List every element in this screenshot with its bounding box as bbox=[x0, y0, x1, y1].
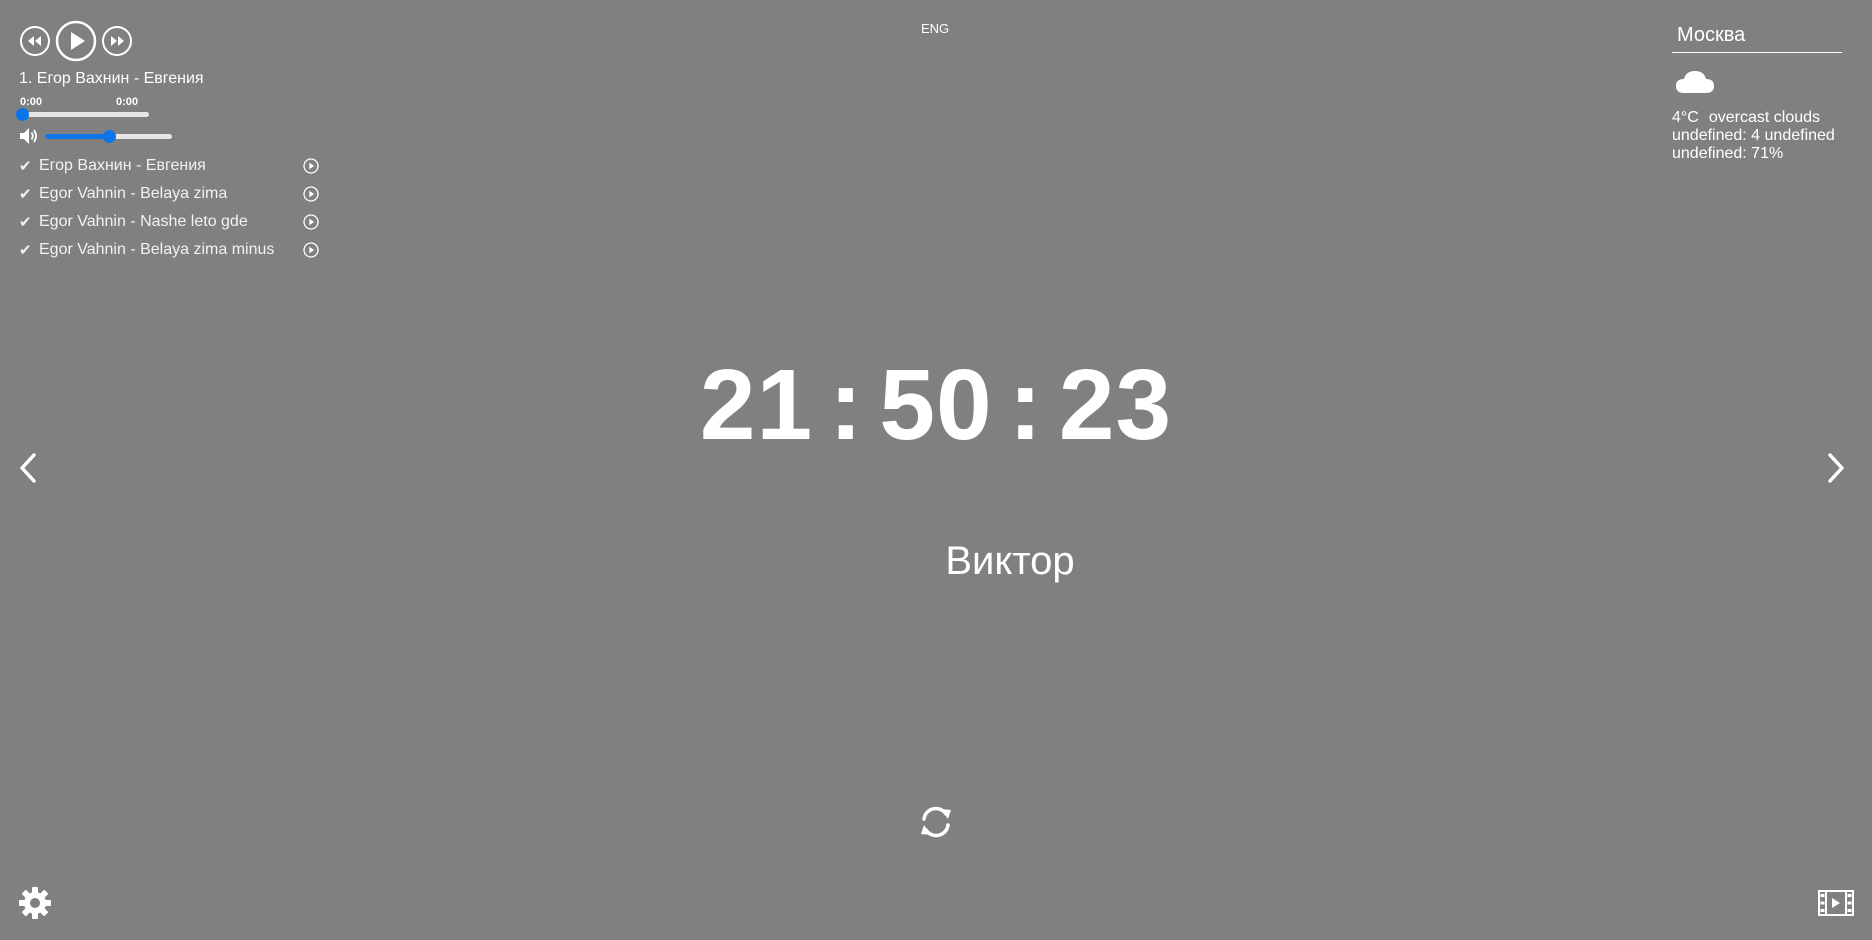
player-controls bbox=[19, 20, 329, 62]
current-time: 0:00 bbox=[20, 96, 43, 108]
progress-bar[interactable] bbox=[16, 108, 149, 121]
temperature: 4°C bbox=[1672, 109, 1699, 126]
play-circle-icon[interactable] bbox=[303, 242, 321, 258]
check-icon: ✔ bbox=[19, 214, 32, 231]
check-icon: ✔ bbox=[19, 242, 32, 259]
playlist-item-title: Egor Vahnin - Belaya zima bbox=[39, 185, 228, 202]
audio-player: 1. Егор Вахнин - Евгения 0:00 0:00 ✔ Егор… bbox=[16, 20, 329, 264]
volume-thumb[interactable] bbox=[102, 129, 116, 143]
volume-control bbox=[19, 126, 329, 146]
play-icon bbox=[55, 20, 97, 62]
city-input[interactable] bbox=[1672, 20, 1842, 53]
greeting-name: Виктор bbox=[945, 539, 1075, 583]
fast-forward-icon bbox=[102, 26, 132, 56]
weather-description: overcast clouds bbox=[1708, 109, 1821, 126]
next-background-button[interactable] bbox=[1824, 452, 1848, 489]
volume-slider[interactable] bbox=[45, 129, 172, 143]
clock: 21:50:23 bbox=[0, 350, 1872, 460]
wind-info: undefined: 4 undefined bbox=[1672, 127, 1835, 144]
play-circle-icon[interactable] bbox=[303, 158, 321, 174]
progress-block: 0:00 0:00 bbox=[16, 96, 149, 126]
check-icon: ✔ bbox=[19, 158, 32, 175]
previous-track-button[interactable] bbox=[19, 25, 51, 57]
progress-thumb[interactable] bbox=[16, 108, 29, 121]
next-track-button[interactable] bbox=[101, 25, 133, 57]
playlist-item-title: Egor Vahnin - Nashe leto gde bbox=[39, 213, 248, 230]
play-circle-icon[interactable] bbox=[303, 186, 321, 202]
weather-widget: 4°C overcast clouds undefined: 4 undefine… bbox=[1672, 20, 1842, 163]
duration-time: 0:00 bbox=[116, 96, 139, 108]
clock-seconds: 23 bbox=[1058, 349, 1173, 461]
clock-separator: : bbox=[1008, 349, 1043, 461]
weather-icon-wrap bbox=[1674, 67, 1842, 105]
play-circle-icon[interactable] bbox=[303, 214, 321, 230]
playlist-item-title: Egor Vahnin - Belaya zima minus bbox=[39, 241, 275, 258]
speaker-icon[interactable] bbox=[19, 127, 39, 145]
clock-hours: 21 bbox=[699, 349, 814, 461]
playlist-item[interactable]: ✔ Егор Вахнин - Евгения bbox=[19, 152, 321, 180]
playlist-item[interactable]: ✔ Egor Vahnin - Belaya zima bbox=[19, 180, 321, 208]
current-track-title: 1. Егор Вахнин - Евгения bbox=[19, 70, 204, 87]
playlist-item[interactable]: ✔ Egor Vahnin - Belaya zima minus bbox=[19, 236, 321, 264]
check-icon: ✔ bbox=[19, 186, 32, 203]
volume-fill bbox=[45, 133, 109, 139]
clock-separator: : bbox=[829, 349, 864, 461]
clock-minutes: 50 bbox=[879, 349, 993, 461]
playlist-item[interactable]: ✔ Egor Vahnin - Nashe leto gde bbox=[19, 208, 321, 236]
film-icon bbox=[1818, 890, 1854, 916]
refresh-icon bbox=[921, 806, 951, 838]
chevron-left-icon bbox=[20, 453, 36, 483]
play-button[interactable] bbox=[55, 20, 97, 62]
gear-icon bbox=[19, 887, 51, 919]
settings-button[interactable] bbox=[18, 886, 52, 925]
rewind-icon bbox=[20, 26, 50, 56]
cloud-icon bbox=[1676, 71, 1714, 93]
playlist-item-title: Егор Вахнин - Евгения bbox=[39, 157, 206, 174]
video-button[interactable] bbox=[1818, 890, 1854, 921]
humidity-info: undefined: 71% bbox=[1672, 145, 1784, 162]
language-switch[interactable]: ENG bbox=[921, 21, 949, 36]
chevron-right-icon bbox=[1828, 453, 1844, 483]
refresh-button[interactable] bbox=[917, 803, 955, 846]
previous-background-button[interactable] bbox=[16, 452, 40, 489]
weather-main: 4°C overcast clouds bbox=[1672, 109, 1842, 127]
playlist: ✔ Егор Вахнин - Евгения ✔ Egor Vahnin - Bel… bbox=[19, 152, 321, 264]
